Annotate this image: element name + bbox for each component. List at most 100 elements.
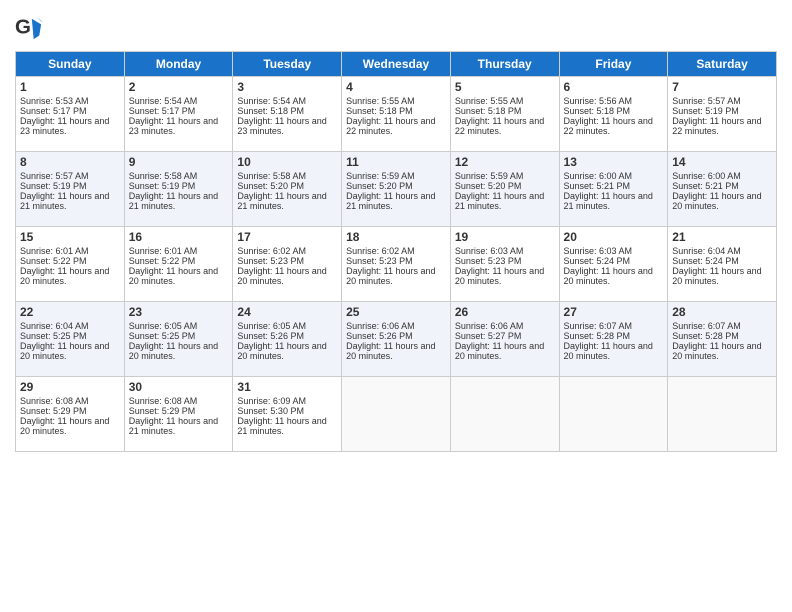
- day-number: 4: [346, 80, 446, 94]
- day-number: 3: [237, 80, 337, 94]
- sunset-text: Sunset: 5:20 PM: [346, 181, 413, 191]
- calendar-cell: 1Sunrise: 5:53 AMSunset: 5:17 PMDaylight…: [16, 77, 125, 152]
- sunset-text: Sunset: 5:28 PM: [672, 331, 739, 341]
- day-number: 1: [20, 80, 120, 94]
- daylight-text: Daylight: 11 hours and 21 minutes.: [237, 416, 326, 436]
- sunset-text: Sunset: 5:22 PM: [129, 256, 196, 266]
- sunset-text: Sunset: 5:27 PM: [455, 331, 522, 341]
- daylight-text: Daylight: 11 hours and 23 minutes.: [20, 116, 109, 136]
- sunset-text: Sunset: 5:17 PM: [129, 106, 196, 116]
- day-number: 6: [564, 80, 664, 94]
- sunset-text: Sunset: 5:18 PM: [455, 106, 522, 116]
- calendar-cell: 19Sunrise: 6:03 AMSunset: 5:23 PMDayligh…: [450, 227, 559, 302]
- calendar-cell: 28Sunrise: 6:07 AMSunset: 5:28 PMDayligh…: [668, 302, 777, 377]
- sunrise-text: Sunrise: 5:58 AM: [237, 171, 306, 181]
- day-number: 16: [129, 230, 229, 244]
- day-number: 26: [455, 305, 555, 319]
- calendar-row: 29Sunrise: 6:08 AMSunset: 5:29 PMDayligh…: [16, 377, 777, 452]
- header: G: [15, 10, 777, 43]
- calendar-cell: 11Sunrise: 5:59 AMSunset: 5:20 PMDayligh…: [342, 152, 451, 227]
- calendar-header-cell: Tuesday: [233, 52, 342, 77]
- sunrise-text: Sunrise: 6:05 AM: [237, 321, 306, 331]
- calendar-cell: 13Sunrise: 6:00 AMSunset: 5:21 PMDayligh…: [559, 152, 668, 227]
- daylight-text: Daylight: 11 hours and 20 minutes.: [672, 266, 761, 286]
- sunrise-text: Sunrise: 6:08 AM: [20, 396, 89, 406]
- day-number: 7: [672, 80, 772, 94]
- calendar-cell: 16Sunrise: 6:01 AMSunset: 5:22 PMDayligh…: [124, 227, 233, 302]
- sunset-text: Sunset: 5:24 PM: [564, 256, 631, 266]
- sunrise-text: Sunrise: 6:07 AM: [672, 321, 741, 331]
- sunrise-text: Sunrise: 6:03 AM: [564, 246, 633, 256]
- daylight-text: Daylight: 11 hours and 21 minutes.: [129, 416, 218, 436]
- day-number: 8: [20, 155, 120, 169]
- calendar-cell: 4Sunrise: 5:55 AMSunset: 5:18 PMDaylight…: [342, 77, 451, 152]
- sunrise-text: Sunrise: 5:54 AM: [237, 96, 306, 106]
- daylight-text: Daylight: 11 hours and 20 minutes.: [20, 341, 109, 361]
- day-number: 17: [237, 230, 337, 244]
- sunset-text: Sunset: 5:21 PM: [672, 181, 739, 191]
- logo-icon: G: [15, 15, 43, 43]
- day-number: 25: [346, 305, 446, 319]
- day-number: 2: [129, 80, 229, 94]
- daylight-text: Daylight: 11 hours and 22 minutes.: [672, 116, 761, 136]
- calendar-cell: 17Sunrise: 6:02 AMSunset: 5:23 PMDayligh…: [233, 227, 342, 302]
- sunrise-text: Sunrise: 6:03 AM: [455, 246, 524, 256]
- sunset-text: Sunset: 5:28 PM: [564, 331, 631, 341]
- day-number: 28: [672, 305, 772, 319]
- sunrise-text: Sunrise: 5:57 AM: [672, 96, 741, 106]
- sunset-text: Sunset: 5:25 PM: [129, 331, 196, 341]
- calendar-cell: 12Sunrise: 5:59 AMSunset: 5:20 PMDayligh…: [450, 152, 559, 227]
- daylight-text: Daylight: 11 hours and 20 minutes.: [564, 341, 653, 361]
- calendar-cell: 29Sunrise: 6:08 AMSunset: 5:29 PMDayligh…: [16, 377, 125, 452]
- day-number: 18: [346, 230, 446, 244]
- sunset-text: Sunset: 5:18 PM: [564, 106, 631, 116]
- day-number: 23: [129, 305, 229, 319]
- sunrise-text: Sunrise: 5:56 AM: [564, 96, 633, 106]
- sunset-text: Sunset: 5:18 PM: [346, 106, 413, 116]
- calendar-row: 8Sunrise: 5:57 AMSunset: 5:19 PMDaylight…: [16, 152, 777, 227]
- daylight-text: Daylight: 11 hours and 23 minutes.: [237, 116, 326, 136]
- sunrise-text: Sunrise: 5:55 AM: [455, 96, 524, 106]
- sunset-text: Sunset: 5:26 PM: [346, 331, 413, 341]
- calendar-cell: 27Sunrise: 6:07 AMSunset: 5:28 PMDayligh…: [559, 302, 668, 377]
- calendar-cell: 15Sunrise: 6:01 AMSunset: 5:22 PMDayligh…: [16, 227, 125, 302]
- day-number: 31: [237, 380, 337, 394]
- sunset-text: Sunset: 5:19 PM: [672, 106, 739, 116]
- sunset-text: Sunset: 5:29 PM: [129, 406, 196, 416]
- sunrise-text: Sunrise: 6:05 AM: [129, 321, 198, 331]
- day-number: 9: [129, 155, 229, 169]
- sunset-text: Sunset: 5:21 PM: [564, 181, 631, 191]
- calendar-row: 1 Sunrise: 5:53 AM Sunset: 5:17 PM Daylight…: [16, 77, 777, 152]
- daylight-text: Daylight: 11 hours and 21 minutes.: [237, 191, 326, 211]
- sunset-text: Sunset: 5:22 PM: [20, 256, 87, 266]
- daylight-text: Daylight: 11 hours and 20 minutes.: [20, 416, 109, 436]
- calendar-cell: [342, 377, 451, 452]
- daylight-text: Daylight: 11 hours and 20 minutes.: [129, 341, 218, 361]
- sunrise-text: Sunrise: 6:07 AM: [564, 321, 633, 331]
- daylight-text: Daylight: 11 hours and 20 minutes.: [455, 266, 544, 286]
- day-number: 30: [129, 380, 229, 394]
- daylight-text: Daylight: 11 hours and 20 minutes.: [564, 266, 653, 286]
- calendar-cell: 21Sunrise: 6:04 AMSunset: 5:24 PMDayligh…: [668, 227, 777, 302]
- calendar-cell: [450, 377, 559, 452]
- sunset-text: Sunset: 5:25 PM: [20, 331, 87, 341]
- sunset-text: Sunset: 5:24 PM: [672, 256, 739, 266]
- sunrise-text: Sunrise: 5:53 AM: [20, 96, 89, 106]
- sunset-text: Sunset: 5:18 PM: [237, 106, 304, 116]
- calendar-cell: 31Sunrise: 6:09 AMSunset: 5:30 PMDayligh…: [233, 377, 342, 452]
- calendar-cell: 6Sunrise: 5:56 AMSunset: 5:18 PMDaylight…: [559, 77, 668, 152]
- sunrise-text: Sunrise: 5:57 AM: [20, 171, 89, 181]
- sunset-text: Sunset: 5:20 PM: [455, 181, 522, 191]
- daylight-text: Daylight: 11 hours and 22 minutes.: [346, 116, 435, 136]
- daylight-text: Daylight: 11 hours and 22 minutes.: [455, 116, 544, 136]
- day-number: 5: [455, 80, 555, 94]
- daylight-text: Daylight: 11 hours and 21 minutes.: [20, 191, 109, 211]
- daylight-text: Daylight: 11 hours and 21 minutes.: [455, 191, 544, 211]
- sunset-text: Sunset: 5:23 PM: [346, 256, 413, 266]
- sunset-text: Sunset: 5:19 PM: [20, 181, 87, 191]
- sunrise-text: Sunrise: 6:01 AM: [20, 246, 89, 256]
- day-number: 11: [346, 155, 446, 169]
- sunrise-text: Sunrise: 6:04 AM: [672, 246, 741, 256]
- calendar-body: 1 Sunrise: 5:53 AM Sunset: 5:17 PM Daylight…: [16, 77, 777, 452]
- sunrise-text: Sunrise: 6:02 AM: [237, 246, 306, 256]
